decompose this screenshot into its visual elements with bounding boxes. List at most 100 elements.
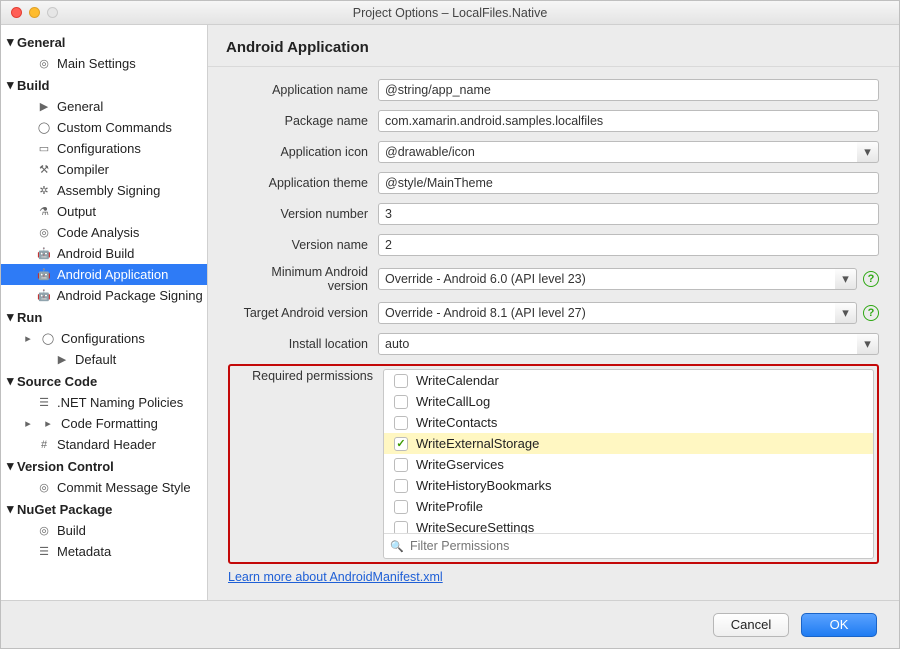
sidebar-item[interactable]: ▸▸Code Formatting <box>1 413 207 434</box>
select-min-android[interactable]: Override - Android 6.0 (API level 23) <box>378 268 838 290</box>
input-app-name[interactable] <box>378 79 879 101</box>
page-title: Android Application <box>208 25 899 67</box>
sidebar-item[interactable]: ✲Assembly Signing <box>1 180 207 201</box>
sidebar-item[interactable]: ▶Default <box>1 349 207 370</box>
help-icon[interactable]: ? <box>863 271 879 287</box>
target-icon: ◎ <box>37 226 51 240</box>
permission-item[interactable]: WriteCallLog <box>384 391 873 412</box>
close-icon[interactable] <box>11 7 22 18</box>
sidebar-item[interactable]: ◯ Custom Commands <box>1 117 207 138</box>
permission-item[interactable]: WriteSecureSettings <box>384 517 873 533</box>
permissions-list[interactable]: WriteCalendar WriteCallLog WriteContacts Wr… <box>383 369 874 559</box>
sidebar[interactable]: ▾General◎Main Settings▾Build▶General◯Cus… <box>1 25 208 600</box>
permission-label: WriteSecureSettings <box>416 520 534 533</box>
permission-item[interactable]: WriteExternalStorage <box>384 433 873 454</box>
chevron-down-icon[interactable]: ▾ <box>835 268 857 290</box>
target-icon: ◎ <box>37 57 51 71</box>
sidebar-item[interactable]: ☰ Metadata <box>1 541 207 562</box>
cancel-button[interactable]: Cancel <box>713 613 789 637</box>
chevron-down-icon[interactable]: ▾ <box>857 141 879 163</box>
permissions-filter-input[interactable] <box>408 537 867 555</box>
sidebar-item[interactable]: ▶General <box>1 96 207 117</box>
sidebar-item-label: Code Analysis <box>57 225 139 240</box>
sidebar-section-header[interactable]: ▾Run <box>1 306 207 328</box>
permission-label: WriteCallLog <box>416 394 490 409</box>
sidebar-item[interactable]: 🤖Android Build <box>1 243 207 264</box>
permission-item[interactable]: WriteProfile <box>384 496 873 517</box>
sidebar-section-header[interactable]: ▾Version Control <box>1 455 207 477</box>
sidebar-item[interactable]: ◎ Code Analysis <box>1 222 207 243</box>
list-icon: ☰ <box>37 545 51 559</box>
disclosure-triangle-icon: ▾ <box>7 309 17 325</box>
sidebar-item-label: Android Package Signing <box>57 288 203 303</box>
sidebar-item[interactable]: ◎Build <box>1 520 207 541</box>
android-icon: 🤖 <box>37 268 51 282</box>
sidebar-item-label: Custom Commands <box>57 120 172 135</box>
select-install-location[interactable]: auto <box>378 333 860 355</box>
sidebar-item[interactable]: ◎ Commit Message Style <box>1 477 207 498</box>
sidebar-section-header[interactable]: ▾NuGet Package <box>1 498 207 520</box>
permission-label: WriteProfile <box>416 499 483 514</box>
sidebar-item-label: Metadata <box>57 544 111 559</box>
help-icon[interactable]: ? <box>863 305 879 321</box>
checkbox-icon[interactable] <box>394 521 408 534</box>
checkbox-icon[interactable] <box>394 500 408 514</box>
permission-label: WriteContacts <box>416 415 497 430</box>
disclosure-triangle-icon: ▾ <box>7 373 17 389</box>
ok-button[interactable]: OK <box>801 613 877 637</box>
chevron-down-icon[interactable]: ▾ <box>835 302 857 324</box>
minimize-icon[interactable] <box>29 7 40 18</box>
ring-icon: ◯ <box>41 332 55 346</box>
sidebar-item-label: Commit Message Style <box>57 480 191 495</box>
maximize-icon <box>47 7 58 18</box>
label-app-icon: Application icon <box>228 145 378 159</box>
input-version-number[interactable] <box>378 203 879 225</box>
label-version-number: Version number <box>228 207 378 221</box>
checkbox-icon[interactable] <box>394 416 408 430</box>
permission-item[interactable]: WriteCalendar <box>384 370 873 391</box>
sidebar-section-header[interactable]: ▾Build <box>1 74 207 96</box>
sidebar-section-header[interactable]: ▾General <box>1 31 207 53</box>
ring-icon: ◯ <box>37 121 51 135</box>
disclosure-triangle-icon: ▸ <box>21 332 35 346</box>
sidebar-item[interactable]: 🤖Android Package Signing <box>1 285 207 306</box>
sidebar-item[interactable]: #Standard Header <box>1 434 207 455</box>
input-package-name[interactable] <box>378 110 879 132</box>
sidebar-item-label: .NET Naming Policies <box>57 395 183 410</box>
permission-item[interactable]: WriteGservices <box>384 454 873 475</box>
sidebar-item[interactable]: ▭Configurations <box>1 138 207 159</box>
input-app-theme[interactable] <box>378 172 879 194</box>
titlebar: Project Options – LocalFiles.Native <box>1 1 899 25</box>
checkbox-icon[interactable] <box>394 374 408 388</box>
sidebar-section-label: Build <box>17 78 50 93</box>
target-icon: ◎ <box>37 481 51 495</box>
sidebar-item[interactable]: 🤖Android Application <box>1 264 207 285</box>
sidebar-item[interactable]: ◎Main Settings <box>1 53 207 74</box>
android-icon: 🤖 <box>37 247 51 261</box>
sidebar-section-label: General <box>17 35 65 50</box>
permission-label: WriteGservices <box>416 457 504 472</box>
sidebar-item[interactable]: ⚒Compiler <box>1 159 207 180</box>
checkbox-icon[interactable] <box>394 479 408 493</box>
permission-item[interactable]: WriteHistoryBookmarks <box>384 475 873 496</box>
select-target-android[interactable]: Override - Android 8.1 (API level 27) <box>378 302 838 324</box>
form: Application name Package name Applicatio… <box>208 67 899 600</box>
checkbox-icon[interactable] <box>394 458 408 472</box>
sidebar-section-header[interactable]: ▾Source Code <box>1 370 207 392</box>
sidebar-item[interactable]: ⚗Output <box>1 201 207 222</box>
disclosure-triangle-icon: ▾ <box>7 458 17 474</box>
checkbox-icon[interactable] <box>394 395 408 409</box>
checkbox-icon[interactable] <box>394 437 408 451</box>
sidebar-item-label: Default <box>75 352 116 367</box>
permissions-filter[interactable]: 🔍 <box>384 533 873 558</box>
select-app-icon[interactable]: @drawable/icon <box>378 141 860 163</box>
sidebar-item[interactable]: ☰.NET Naming Policies <box>1 392 207 413</box>
permission-label: WriteExternalStorage <box>416 436 539 451</box>
disclosure-triangle-icon: ▾ <box>7 34 17 50</box>
permission-label: WriteCalendar <box>416 373 499 388</box>
sidebar-item[interactable]: ▸◯Configurations <box>1 328 207 349</box>
input-version-name[interactable] <box>378 234 879 256</box>
learn-more-link[interactable]: Learn more about AndroidManifest.xml <box>228 564 443 594</box>
chevron-down-icon[interactable]: ▾ <box>857 333 879 355</box>
permission-item[interactable]: WriteContacts <box>384 412 873 433</box>
